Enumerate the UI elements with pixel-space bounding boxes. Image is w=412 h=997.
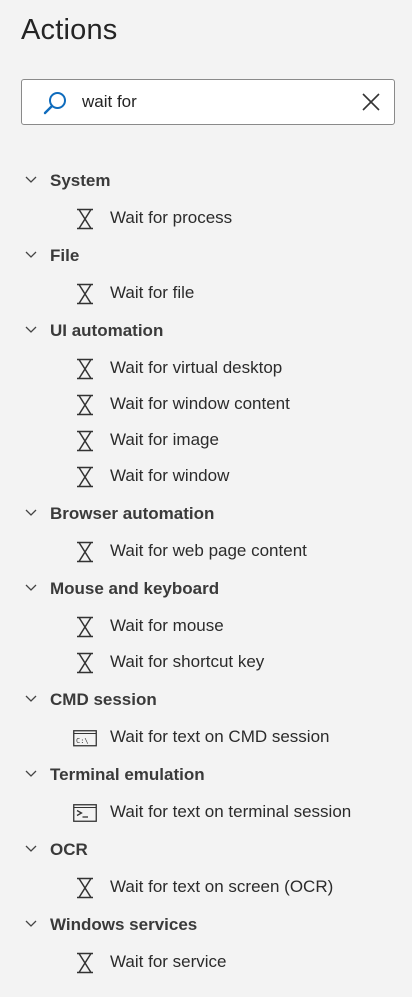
group-label: System — [50, 171, 111, 190]
group-ocr[interactable]: OCR — [0, 836, 412, 866]
search-box[interactable] — [21, 79, 395, 125]
group-file[interactable]: File — [0, 242, 412, 272]
action-item-wait-for-mouse[interactable]: Wait for mouse — [0, 612, 412, 642]
hourglass-icon — [77, 208, 93, 230]
group-label: Browser automation — [50, 504, 215, 523]
group-label: Windows services — [50, 915, 198, 934]
action-item-wait-for-service[interactable]: Wait for service — [0, 948, 412, 978]
group-label: OCR — [50, 840, 88, 859]
action-label: Wait for file — [110, 283, 195, 302]
group-browser-automation[interactable]: Browser automation — [0, 500, 412, 530]
search-input[interactable] — [82, 80, 352, 124]
chevron-down-icon — [25, 584, 37, 591]
clear-search-icon[interactable] — [360, 91, 382, 113]
action-item-wait-for-file[interactable]: Wait for file — [0, 279, 412, 309]
chevron-down-icon — [25, 326, 37, 333]
action-label: Wait for image — [110, 430, 219, 449]
hourglass-icon — [77, 394, 93, 416]
chevron-down-icon — [25, 695, 37, 702]
hourglass-icon — [77, 358, 93, 380]
action-label: Wait for text on CMD session — [110, 727, 330, 746]
action-label: Wait for text on screen (OCR) — [110, 877, 334, 896]
hourglass-icon — [77, 466, 93, 488]
group-mouse-and-keyboard[interactable]: Mouse and keyboard — [0, 575, 412, 605]
action-item-wait-for-process[interactable]: Wait for process — [0, 204, 412, 234]
terminal-icon — [73, 804, 97, 822]
chevron-down-icon — [25, 920, 37, 927]
group-windows-services[interactable]: Windows services — [0, 911, 412, 941]
hourglass-icon — [77, 877, 93, 899]
action-item-wait-for-text-on-terminal-session[interactable]: Wait for text on terminal session — [0, 798, 412, 828]
action-item-wait-for-virtual-desktop[interactable]: Wait for virtual desktop — [0, 354, 412, 384]
action-label: Wait for virtual desktop — [110, 358, 283, 377]
action-label: Wait for shortcut key — [110, 652, 265, 671]
hourglass-icon — [77, 541, 93, 563]
search-icon — [43, 92, 66, 115]
group-label: UI automation — [50, 321, 164, 340]
action-item-wait-for-text-on-screen-ocr[interactable]: Wait for text on screen (OCR) — [0, 873, 412, 903]
action-item-wait-for-shortcut-key[interactable]: Wait for shortcut key — [0, 648, 412, 678]
action-label: Wait for web page content — [110, 541, 307, 560]
action-label: Wait for process — [110, 208, 233, 227]
chevron-down-icon — [25, 251, 37, 258]
hourglass-icon — [77, 430, 93, 452]
action-label: Wait for window content — [110, 394, 290, 413]
chevron-down-icon — [25, 176, 37, 183]
action-item-wait-for-window[interactable]: Wait for window — [0, 462, 412, 492]
chevron-down-icon — [25, 845, 37, 852]
action-item-wait-for-text-on-cmd-session[interactable]: C:\ Wait for text on CMD session — [0, 723, 412, 753]
group-terminal-emulation[interactable]: Terminal emulation — [0, 761, 412, 791]
action-label: Wait for text on terminal session — [110, 802, 352, 821]
chevron-down-icon — [25, 509, 37, 516]
group-system[interactable]: System — [0, 167, 412, 197]
hourglass-icon — [77, 652, 93, 674]
action-label: Wait for window — [110, 466, 230, 485]
hourglass-icon — [77, 283, 93, 305]
action-item-wait-for-web-page-content[interactable]: Wait for web page content — [0, 537, 412, 567]
hourglass-icon — [77, 616, 93, 638]
group-label: CMD session — [50, 690, 157, 709]
group-label: Terminal emulation — [50, 765, 205, 784]
action-item-wait-for-window-content[interactable]: Wait for window content — [0, 390, 412, 420]
chevron-down-icon — [25, 770, 37, 777]
group-ui-automation[interactable]: UI automation — [0, 317, 412, 347]
hourglass-icon — [77, 952, 93, 974]
page-title: Actions — [21, 14, 118, 46]
group-cmd-session[interactable]: CMD session — [0, 686, 412, 716]
cmd-prompt-icon: C:\ — [73, 730, 97, 747]
action-label: Wait for mouse — [110, 616, 224, 635]
action-label: Wait for service — [110, 952, 227, 971]
group-label: File — [50, 246, 80, 265]
svg-text:C:\: C:\ — [76, 737, 89, 745]
group-label: Mouse and keyboard — [50, 579, 220, 598]
action-item-wait-for-image[interactable]: Wait for image — [0, 426, 412, 456]
